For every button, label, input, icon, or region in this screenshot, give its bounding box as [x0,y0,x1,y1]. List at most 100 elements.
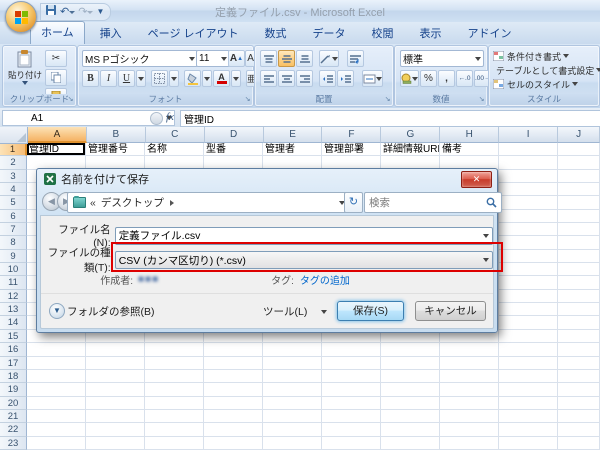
fill-color-dropdown-arrow[interactable] [202,70,212,87]
cell-J3[interactable] [558,170,600,183]
cell-J23[interactable] [558,437,600,450]
cell-I17[interactable] [499,357,558,370]
cell-J2[interactable] [558,156,600,169]
cell-I12[interactable] [499,290,558,303]
cell-I1[interactable] [499,143,558,156]
cell-I6[interactable] [499,210,558,223]
row-header-16[interactable]: 16 [0,343,27,356]
cell-E17[interactable] [263,357,322,370]
styles-item-2[interactable]: セルのスタイル [493,77,597,91]
save-button[interactable]: 保存(S) [337,301,404,321]
cell-I14[interactable] [499,316,558,329]
cell-H17[interactable] [440,357,499,370]
number-format-dropdown-arrow[interactable] [475,57,481,61]
ribbon-tab-7[interactable]: アドイン [457,22,523,44]
fill-color-icon[interactable] [184,70,201,87]
cell-G1[interactable]: 詳細情報URL [381,143,440,156]
column-header-B[interactable]: B [87,127,146,143]
cell-G23[interactable] [381,437,440,450]
cell-J21[interactable] [558,410,600,423]
ribbon-tab-5[interactable]: 校閲 [361,22,405,44]
cell-I22[interactable] [499,423,558,436]
paste-button[interactable]: 貼り付け [7,49,43,94]
cell-E19[interactable] [263,383,322,396]
cell-H16[interactable] [440,343,499,356]
cell-J13[interactable] [558,303,600,316]
cell-J12[interactable] [558,290,600,303]
increase-decimal-icon[interactable]: ←.0 [456,70,473,87]
ribbon-tab-6[interactable]: 表示 [409,22,453,44]
cell-D20[interactable] [204,397,263,410]
cell-F17[interactable] [322,357,381,370]
cell-J6[interactable] [558,210,600,223]
cell-D18[interactable] [204,370,263,383]
column-header-C[interactable]: C [146,127,205,143]
cell-J19[interactable] [558,383,600,396]
cell-F20[interactable] [322,397,381,410]
column-header-E[interactable]: E [264,127,323,143]
cell-I16[interactable] [499,343,558,356]
underline-button[interactable]: U [118,70,135,87]
cell-G20[interactable] [381,397,440,410]
bold-button[interactable]: B [82,70,99,87]
cell-F1[interactable]: 管理部署 [322,143,381,156]
row-header-9[interactable]: 9 [0,250,27,263]
cell-C17[interactable] [145,357,204,370]
cell-A19[interactable] [27,383,86,396]
cell-H1[interactable]: 備考 [440,143,499,156]
cell-A23[interactable] [27,437,86,450]
font-color-button[interactable]: A [213,70,230,87]
redo-icon[interactable]: ↷ [78,5,93,19]
cell-I15[interactable] [499,330,558,343]
row-header-12[interactable]: 12 [0,290,27,303]
styles-item-arrow[interactable] [572,82,578,86]
column-header-H[interactable]: H [440,127,499,143]
ribbon-tab-2[interactable]: ページ レイアウト [137,22,250,44]
cell-B1[interactable]: 管理番号 [86,143,145,156]
cell-I11[interactable] [499,276,558,289]
font-size-combo[interactable]: 11 [196,50,230,67]
file-type-select[interactable]: CSV (カンマ区切り) (*.csv) [115,251,493,269]
cell-E23[interactable] [263,437,322,450]
cell-J1[interactable] [558,143,600,156]
cell-I21[interactable] [499,410,558,423]
cell-I4[interactable] [499,183,558,196]
row-header-19[interactable]: 19 [0,383,27,396]
comma-style-button[interactable]: , [438,70,455,87]
cell-I7[interactable] [499,223,558,236]
cell-C19[interactable] [145,383,204,396]
save-icon[interactable] [45,4,57,20]
italic-button[interactable]: I [100,70,117,87]
row-header-21[interactable]: 21 [0,410,27,423]
cell-D21[interactable] [204,410,263,423]
cell-D17[interactable] [204,357,263,370]
cell-F16[interactable] [322,343,381,356]
undo-icon[interactable]: ↶ [60,5,75,19]
cell-H18[interactable] [440,370,499,383]
row-header-2[interactable]: 2 [0,156,27,169]
cell-J20[interactable] [558,397,600,410]
clipboard-dialog-launcher-icon[interactable]: ↘ [66,95,75,104]
cell-J5[interactable] [558,196,600,209]
styles-item-arrow[interactable] [563,54,569,58]
cut-icon[interactable]: ✂ [45,50,67,67]
cell-J4[interactable] [558,183,600,196]
row-header-15[interactable]: 15 [0,330,27,343]
row-header-17[interactable]: 17 [0,357,27,370]
search-input[interactable]: 検索 [364,192,502,213]
cell-A1[interactable]: 管理ID [27,143,86,156]
ribbon-tab-4[interactable]: データ [302,22,357,44]
breadcrumb[interactable]: « デスクトップ [67,192,349,213]
add-tag-link[interactable]: タグの追加 [300,272,350,287]
column-header-G[interactable]: G [381,127,440,143]
cell-H22[interactable] [440,423,499,436]
file-name-input[interactable]: 定義ファイル.csv [115,227,493,245]
cell-D22[interactable] [204,423,263,436]
cell-A21[interactable] [27,410,86,423]
cell-A20[interactable] [27,397,86,410]
cell-C1[interactable]: 名称 [145,143,204,156]
cell-J11[interactable] [558,276,600,289]
grow-font-button[interactable]: A▲ [228,50,245,67]
cell-I20[interactable] [499,397,558,410]
cell-D23[interactable] [204,437,263,450]
